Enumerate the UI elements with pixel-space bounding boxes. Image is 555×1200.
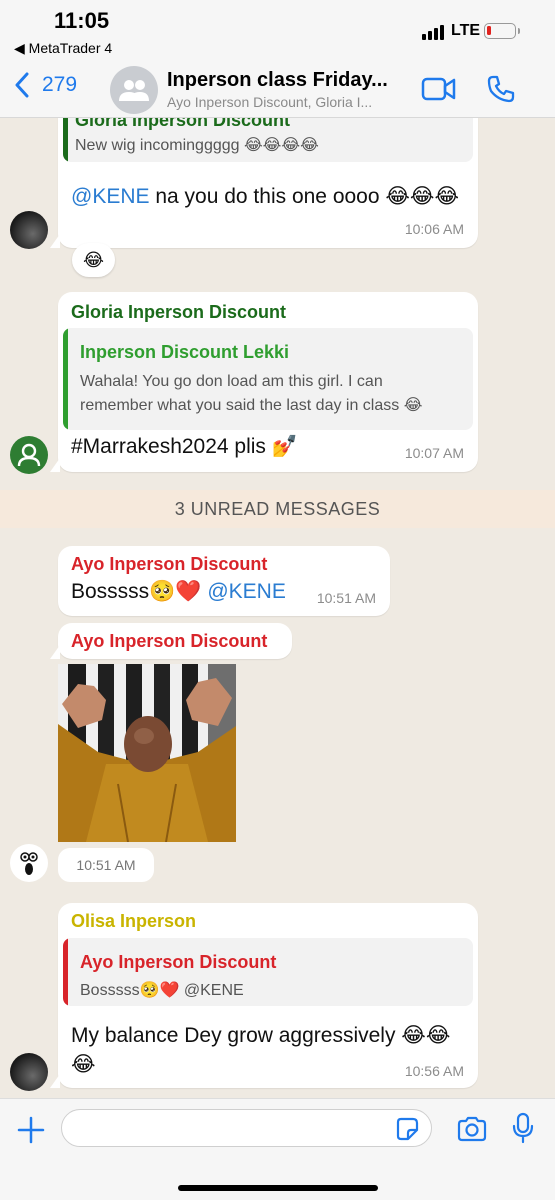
- message-text: Bosssss🥺❤️ @KENE: [71, 580, 286, 603]
- group-avatar-icon: [119, 80, 149, 101]
- quoted-message[interactable]: Gloria Inperson Discount New wig incomin…: [63, 118, 473, 162]
- quoted-sender: Ayo Inperson Discount: [80, 952, 277, 972]
- sender-name[interactable]: Olisa Inperson: [71, 911, 196, 932]
- quoted-message[interactable]: Ayo Inperson Discount Bosssss🥺❤️ @KENE: [63, 938, 473, 1006]
- quoted-text-line: Wahala! You go don load am this girl. I …: [80, 373, 383, 390]
- back-to-app-link[interactable]: ◀ MetaTrader 4: [14, 40, 112, 57]
- image-time-badge: 10:51 AM: [58, 848, 154, 882]
- compose-bar: [0, 1098, 555, 1200]
- video-call-icon[interactable]: [421, 76, 457, 102]
- chat-title[interactable]: Inperson class Friday...: [167, 69, 388, 92]
- emoji-avatar-icon: [20, 852, 38, 875]
- sender-avatar[interactable]: [10, 844, 48, 882]
- image-attachment[interactable]: [58, 664, 236, 842]
- battery-icon: [484, 23, 520, 39]
- back-button[interactable]: 279: [14, 72, 77, 98]
- mention[interactable]: @KENE: [207, 580, 286, 603]
- chat-header: 279 Inperson class Friday... Ayo Inperso…: [0, 62, 555, 118]
- quoted-sender: Inperson Discount Lekki: [80, 342, 290, 362]
- mention[interactable]: @KENE: [71, 185, 150, 208]
- unread-messages-divider: 3 UNREAD MESSAGES: [0, 490, 555, 528]
- sender-name[interactable]: Ayo Inperson Discount: [71, 631, 267, 652]
- quoted-sender: Gloria Inperson Discount: [75, 118, 291, 130]
- cellular-signal-icon: [422, 24, 444, 40]
- group-avatar[interactable]: [110, 66, 158, 114]
- phone-call-icon[interactable]: [486, 74, 516, 104]
- quoted-text-line: remember what you said the last day in c…: [80, 397, 423, 414]
- network-type: LTE: [451, 22, 481, 39]
- reaction-badge[interactable]: 😂: [72, 243, 115, 277]
- default-user-icon: [17, 443, 41, 467]
- quoted-message[interactable]: Inperson Discount Lekki Wahala! You go d…: [63, 328, 473, 430]
- quoted-text: Bosssss🥺❤️ @KENE: [80, 982, 244, 999]
- message-bubble[interactable]: Olisa Inperson Ayo Inperson Discount Bos…: [50, 903, 478, 1088]
- status-bar: 11:05 ◀ MetaTrader 4 LTE: [0, 0, 555, 62]
- message-bubble[interactable]: Ayo Inperson Discount: [50, 623, 292, 659]
- message-bubble[interactable]: Gloria Inperson Discount Inperson Discou…: [50, 292, 478, 472]
- sender-name[interactable]: Gloria Inperson Discount: [71, 302, 286, 323]
- status-time: 11:05: [54, 8, 110, 33]
- message-time: 10:06 AM: [404, 221, 464, 237]
- message-input[interactable]: [61, 1109, 432, 1147]
- camera-icon[interactable]: [456, 1116, 488, 1142]
- message-text: #Marrakesh2024 plis 💅: [71, 435, 298, 458]
- message-text: My balance Dey grow aggressively 😂😂😂: [71, 1024, 451, 1076]
- message-time: 10:07 AM: [404, 445, 464, 461]
- sender-name[interactable]: Ayo Inperson Discount: [71, 554, 267, 575]
- sticker-icon[interactable]: [394, 1116, 420, 1142]
- back-chevron-icon: [15, 72, 29, 98]
- plus-icon[interactable]: [16, 1115, 46, 1145]
- sender-avatar[interactable]: [10, 1053, 48, 1091]
- message-bubble[interactable]: Ayo Inperson Discount Bosssss🥺❤️ @KENE 1…: [58, 546, 390, 616]
- photo-content: [58, 664, 236, 842]
- quoted-text: New wig incominggggg 😂😂😂😂: [75, 137, 319, 154]
- microphone-icon[interactable]: [512, 1112, 534, 1144]
- message-time: 10:51 AM: [316, 590, 376, 606]
- message-time: 10:51 AM: [76, 857, 136, 873]
- sender-avatar[interactable]: [10, 436, 48, 474]
- message-time: 10:56 AM: [404, 1063, 464, 1079]
- unread-count: 279: [42, 73, 78, 96]
- message-bubble[interactable]: Gloria Inperson Discount New wig incomin…: [50, 118, 478, 248]
- message-text: @KENE na you do this one oooo 😂😂😂: [71, 185, 459, 208]
- sender-avatar[interactable]: [10, 211, 48, 249]
- chat-messages[interactable]: Gloria Inperson Discount New wig incomin…: [0, 118, 555, 1098]
- home-indicator[interactable]: [178, 1185, 378, 1191]
- chat-participants[interactable]: Ayo Inperson Discount, Gloria I...: [167, 94, 372, 110]
